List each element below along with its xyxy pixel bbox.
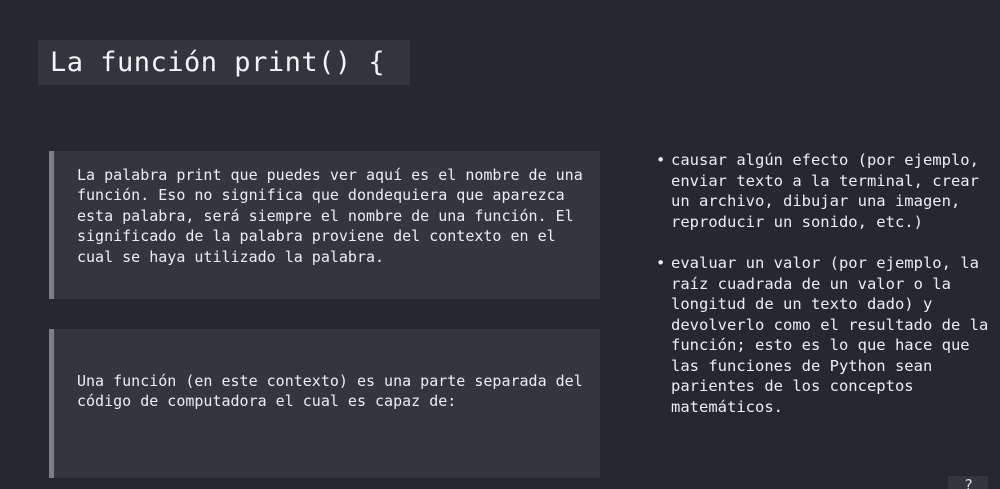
- paragraph-print-word: La palabra print que puedes ver aquí es …: [77, 166, 583, 266]
- list-item-text: causar algún efecto (por ejemplo, enviar…: [671, 151, 979, 231]
- info-card-print: La palabra print que puedes ver aquí es …: [49, 151, 600, 299]
- list-item: • evaluar un valor (por ejemplo, la raíz…: [656, 253, 996, 417]
- paragraph-function-definition: Una función (en este contexto) es una pa…: [77, 372, 583, 411]
- help-button[interactable]: ?: [948, 476, 988, 489]
- list-item: • causar algún efecto (por ejemplo, envi…: [656, 150, 996, 232]
- info-card-function: Una función (en este contexto) es una pa…: [49, 329, 600, 478]
- slide-title-box: La función print() {: [38, 40, 410, 85]
- list-item-text: evaluar un valor (por ejemplo, la raíz c…: [671, 254, 989, 416]
- bullet-icon: •: [656, 254, 666, 272]
- slide-title: La función print() {: [50, 47, 386, 78]
- capabilities-list: • causar algún efecto (por ejemplo, envi…: [656, 150, 996, 438]
- bullet-icon: •: [656, 151, 666, 169]
- question-mark-icon: ?: [964, 476, 974, 489]
